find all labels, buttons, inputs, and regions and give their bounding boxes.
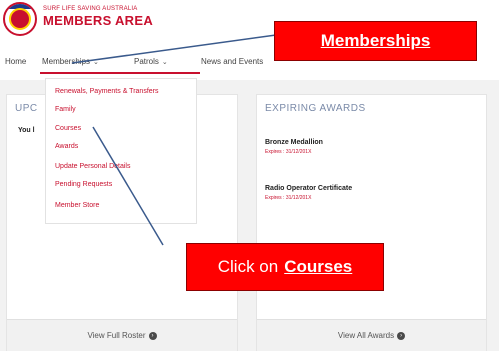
memberships-dropdown-menu: Renewals, Payments & Transfers Family Co…: [45, 78, 197, 224]
panel-text: You l: [18, 127, 35, 134]
nav-home-label: Home: [5, 57, 27, 66]
view-all-awards-link[interactable]: View All Awards ›: [257, 319, 486, 351]
callout-courses-label: Courses: [284, 257, 353, 276]
memberships-callout: Memberships: [274, 21, 477, 61]
nav-news-label: News and Events: [201, 57, 264, 66]
chevron-right-circle-icon: ›: [148, 331, 157, 340]
menu-item-member-store[interactable]: Member Store: [55, 202, 99, 209]
chevron-down-icon: ⌄: [161, 59, 168, 66]
menu-item-pending-requests[interactable]: Pending Requests: [55, 181, 112, 188]
nav-home[interactable]: Home: [5, 57, 26, 66]
award-expiry: Expires : 31/12/201X: [265, 149, 312, 155]
logo[interactable]: [3, 2, 37, 36]
footer-label: View All Awards: [337, 331, 395, 340]
footer-label: View Full Roster: [87, 331, 146, 340]
panel-title: UPC: [15, 103, 38, 114]
nav-patrols[interactable]: Patrols ⌄: [134, 57, 168, 66]
callout-memberships-label: Memberships: [320, 31, 431, 50]
menu-item-courses[interactable]: Courses: [55, 125, 81, 132]
panel-title: EXPIRING AWARDS: [265, 103, 366, 114]
award-expiry: Expires : 31/12/201X: [265, 195, 312, 201]
expiring-awards-panel: EXPIRING AWARDS Bronze Medallion Expires…: [256, 94, 487, 351]
nav-memberships-label: Memberships: [42, 57, 91, 66]
award-name: Radio Operator Certificate: [265, 185, 353, 192]
nav-news-events[interactable]: News and Events: [201, 57, 263, 66]
view-full-roster-link[interactable]: View Full Roster ›: [7, 319, 237, 351]
award-name: Bronze Medallion: [265, 139, 323, 146]
nav-patrols-label: Patrols: [134, 57, 159, 66]
chevron-right-circle-icon: ›: [397, 331, 406, 340]
menu-item-awards[interactable]: Awards: [55, 143, 78, 150]
logo-emblem: [9, 8, 31, 30]
chevron-down-icon: ⌄: [93, 59, 99, 66]
nav-memberships[interactable]: Memberships ⌄: [42, 57, 99, 66]
app-title[interactable]: MEMBERS AREA: [43, 13, 153, 28]
nav-active-underline: [40, 72, 200, 74]
callout-courses-prefix: Click on: [217, 257, 279, 276]
courses-callout: Click on Courses: [186, 243, 384, 291]
menu-item-renewals[interactable]: Renewals, Payments & Transfers: [55, 88, 159, 95]
menu-item-update-details[interactable]: Update Personal Details: [55, 163, 131, 170]
org-name: SURF LIFE SAVING AUSTRALIA: [43, 6, 138, 12]
menu-item-family[interactable]: Family: [55, 106, 76, 113]
